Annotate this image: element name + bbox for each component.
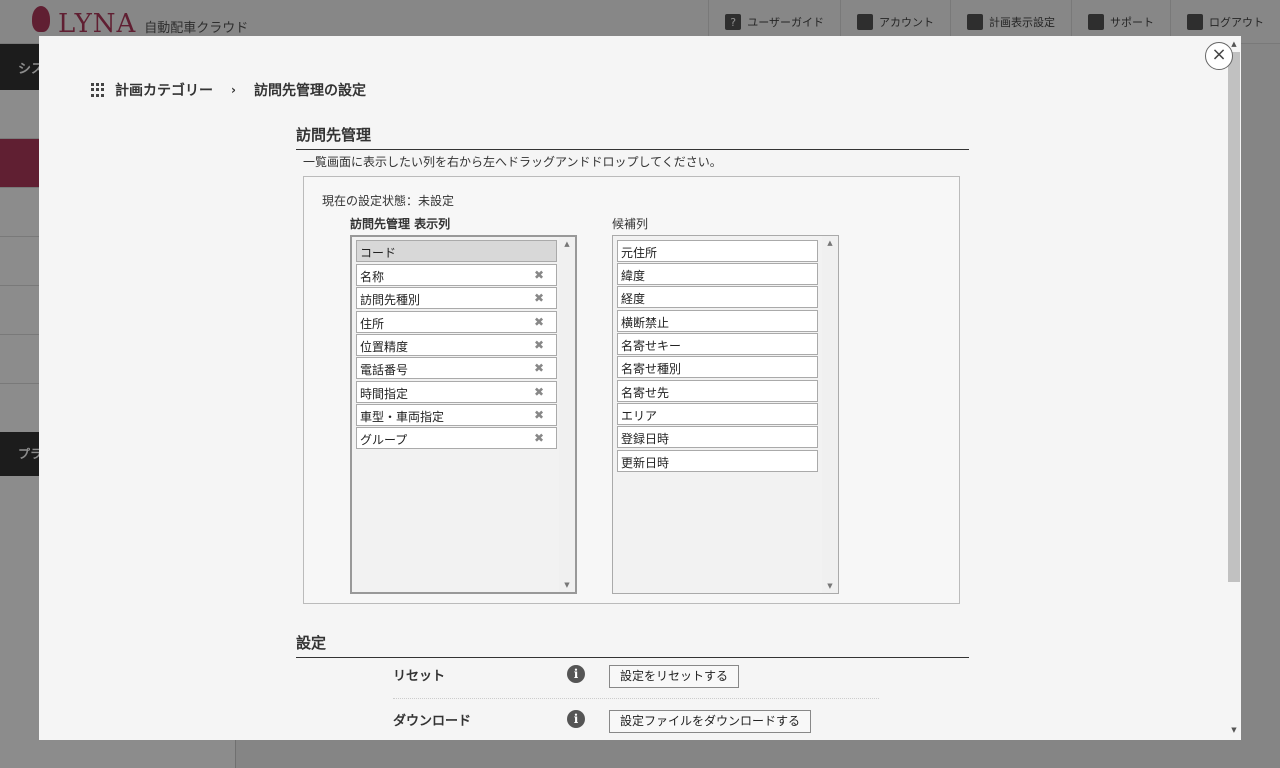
settings-row-reset: リセット i 設定をリセットする bbox=[393, 661, 879, 699]
scroll-down-arrow-icon[interactable]: ▼ bbox=[822, 582, 838, 590]
remove-icon[interactable]: ✖ bbox=[534, 338, 544, 352]
scroll-up-arrow-icon[interactable]: ▲ bbox=[559, 240, 575, 248]
candidate-item[interactable]: 更新日時 bbox=[617, 450, 818, 472]
scroll-up-arrow-icon[interactable]: ▲ bbox=[822, 239, 838, 247]
setting-status: 現在の設定状態：未設定 bbox=[322, 194, 455, 208]
display-item[interactable]: 位置精度 ✖ bbox=[356, 334, 557, 356]
close-button[interactable]: × bbox=[1205, 42, 1233, 70]
section-title-settings: 設定 bbox=[296, 632, 969, 658]
remove-icon[interactable]: ✖ bbox=[534, 315, 544, 329]
modal-scrollbar[interactable]: ▲ ▼ bbox=[1226, 38, 1240, 738]
display-item[interactable]: 電話番号 ✖ bbox=[356, 357, 557, 379]
candidate-item[interactable]: 元住所 bbox=[617, 240, 818, 262]
settings-modal: ▲ ▼ × 計画カテゴリー › 訪問先管理の設定 訪問先管理 一覧画面に表示した… bbox=[39, 36, 1241, 740]
scroll-down-arrow-icon[interactable]: ▼ bbox=[1228, 726, 1240, 736]
download-label: ダウンロード bbox=[393, 714, 472, 729]
display-columns-label: 訪問先管理 表示列 bbox=[350, 217, 451, 231]
display-list-scrollbar[interactable]: ▲ ▼ bbox=[559, 237, 575, 592]
instruction-text: 一覧画面に表示したい列を右から左へドラッグアンドドロップしてください。 bbox=[303, 155, 722, 169]
candidate-item[interactable]: 名寄せ先 bbox=[617, 380, 818, 402]
remove-icon[interactable]: ✖ bbox=[534, 408, 544, 422]
breadcrumb: 計画カテゴリー › 訪問先管理の設定 bbox=[91, 80, 366, 100]
display-item[interactable]: 名称 ✖ bbox=[356, 264, 557, 286]
reset-label: リセット bbox=[393, 669, 446, 684]
column-config-box: 現在の設定状態：未設定 訪問先管理 表示列 候補列 コード 名称 ✖ 訪問先種別 ✖… bbox=[303, 176, 960, 604]
info-icon[interactable]: i bbox=[567, 710, 585, 728]
candidate-item[interactable]: 緯度 bbox=[617, 263, 818, 285]
grid-menu-icon bbox=[91, 83, 105, 97]
modal-scroll-thumb[interactable] bbox=[1228, 52, 1240, 582]
remove-icon[interactable]: ✖ bbox=[534, 385, 544, 399]
candidate-item[interactable]: エリア bbox=[617, 403, 818, 425]
breadcrumb-category-link[interactable]: 計画カテゴリー bbox=[115, 80, 213, 100]
candidate-item[interactable]: 名寄せキー bbox=[617, 333, 818, 355]
info-icon[interactable]: i bbox=[567, 665, 585, 683]
display-item[interactable]: 訪問先種別 ✖ bbox=[356, 287, 557, 309]
breadcrumb-current: 訪問先管理の設定 bbox=[253, 83, 366, 99]
download-settings-button[interactable]: 設定ファイルをダウンロードする bbox=[609, 710, 812, 733]
remove-icon[interactable]: ✖ bbox=[534, 431, 544, 445]
settings-row-download: ダウンロード i 設定ファイルをダウンロードする bbox=[393, 706, 879, 740]
section-title-visit-management: 訪問先管理 bbox=[296, 124, 969, 150]
remove-icon[interactable]: ✖ bbox=[534, 291, 544, 305]
candidate-item[interactable]: 経度 bbox=[617, 286, 818, 308]
remove-icon[interactable]: ✖ bbox=[534, 268, 544, 282]
remove-icon[interactable]: ✖ bbox=[534, 361, 544, 375]
display-item-code[interactable]: コード bbox=[356, 240, 557, 262]
candidate-item[interactable]: 名寄せ種別 bbox=[617, 356, 818, 378]
candidate-list-scrollbar[interactable]: ▲ ▼ bbox=[822, 236, 838, 593]
display-item[interactable]: グループ ✖ bbox=[356, 427, 557, 449]
candidate-item[interactable]: 登録日時 bbox=[617, 426, 818, 448]
candidate-columns-label: 候補列 bbox=[612, 217, 649, 231]
candidate-columns-list[interactable]: 元住所 緯度 経度 横断禁止 名寄せキー 名寄せ種別 名寄せ先 エリア 登録日時… bbox=[612, 235, 839, 594]
display-item[interactable]: 車型・車両指定 ✖ bbox=[356, 404, 557, 426]
reset-settings-button[interactable]: 設定をリセットする bbox=[609, 665, 740, 688]
breadcrumb-separator: › bbox=[231, 83, 236, 97]
candidate-item[interactable]: 横断禁止 bbox=[617, 310, 818, 332]
scroll-down-arrow-icon[interactable]: ▼ bbox=[559, 581, 575, 589]
display-columns-list[interactable]: コード 名称 ✖ 訪問先種別 ✖ 住所 ✖ 位置精度 ✖ 電話番号 ✖ 時間指定 ✖ 車型・… bbox=[350, 235, 577, 594]
display-item[interactable]: 住所 ✖ bbox=[356, 311, 557, 333]
display-item[interactable]: 時間指定 ✖ bbox=[356, 381, 557, 403]
